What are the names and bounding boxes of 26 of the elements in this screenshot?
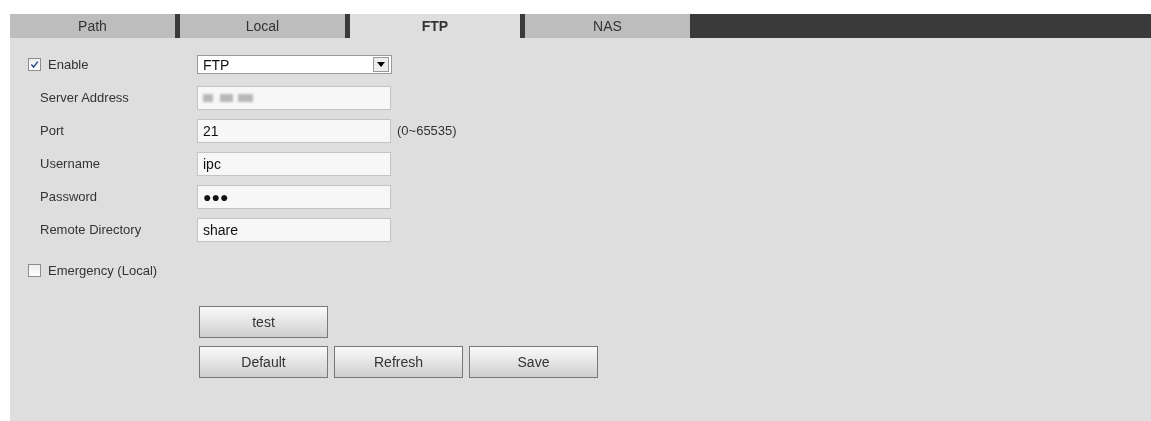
checkbox[interactable]	[28, 263, 41, 277]
checkbox[interactable]	[28, 58, 41, 71]
blurred-text-drawing	[203, 93, 253, 102]
field-label: Enable	[48, 57, 89, 72]
input-field[interactable]: 21	[197, 118, 391, 143]
caret-icon	[373, 57, 389, 72]
tab[interactable]: FTP	[350, 14, 520, 38]
input-field[interactable]: ipc	[197, 151, 391, 176]
field-label: Server Address	[40, 90, 129, 105]
test-button[interactable]: test	[199, 306, 328, 338]
field-label: Port	[40, 123, 64, 138]
server-address-field[interactable]	[197, 85, 391, 110]
field-label: Username	[40, 156, 100, 171]
password-field[interactable]: ●●●	[197, 184, 391, 209]
tab[interactable]: NAS	[525, 14, 690, 38]
action-button[interactable]: Refresh	[334, 346, 463, 378]
action-button[interactable]: Save	[469, 346, 598, 378]
range-hint: (0~65535)	[397, 123, 457, 138]
field-label: Remote Directory	[40, 222, 142, 237]
tab[interactable]: Local	[180, 14, 345, 38]
field-label: Password	[40, 189, 98, 204]
protocol-dropdown[interactable]: FTP	[197, 55, 392, 74]
tab[interactable]: Path	[10, 14, 175, 38]
input-field[interactable]: share	[197, 217, 391, 242]
checkbox-label: Emergency (Local)	[48, 262, 158, 278]
action-button[interactable]: Default	[199, 346, 328, 378]
